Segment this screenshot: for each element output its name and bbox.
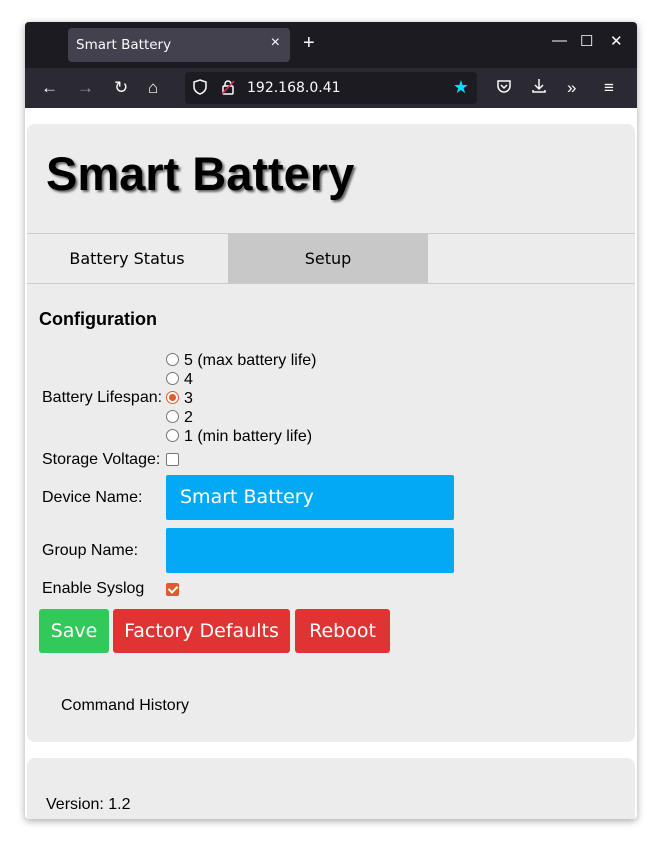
section-title-configuration: Configuration <box>39 309 157 329</box>
radio-button[interactable] <box>166 429 179 442</box>
storage-voltage-label: Storage Voltage: <box>42 451 161 468</box>
page-content: Smart Battery Battery Status Setup Confi… <box>25 108 637 819</box>
download-icon[interactable] <box>531 78 547 99</box>
close-window-icon[interactable]: ✕ <box>610 32 623 50</box>
radio-button-selected[interactable] <box>166 391 179 404</box>
radio-button[interactable] <box>166 353 179 366</box>
factory-defaults-button[interactable]: Factory Defaults <box>113 609 290 653</box>
lifespan-option-label: 4 <box>184 371 193 388</box>
lifespan-option-4[interactable]: 4 <box>166 370 193 389</box>
version-text: Version: 1.2 <box>46 796 131 813</box>
lifespan-option-1[interactable]: 1 (min battery life) <box>166 427 312 446</box>
lifespan-option-3[interactable]: 3 <box>166 389 193 408</box>
enable-syslog-label: Enable Syslog <box>42 580 145 597</box>
insecure-lock-icon[interactable] <box>221 79 235 99</box>
header: Smart Battery <box>27 124 635 232</box>
radio-button[interactable] <box>166 410 179 423</box>
browser-tab-title: Smart Battery <box>76 37 172 53</box>
url-text[interactable]: 192.168.0.41 <box>247 80 341 96</box>
forward-icon[interactable]: → <box>77 78 94 98</box>
battery-lifespan-label: Battery Lifespan: <box>42 389 163 406</box>
pocket-icon[interactable] <box>496 78 512 99</box>
lifespan-option-label: 5 (max battery life) <box>184 352 317 369</box>
lifespan-option-5[interactable]: 5 (max battery life) <box>166 351 316 370</box>
url-bar[interactable]: 192.168.0.41 ★ <box>185 72 477 104</box>
storage-voltage-checkbox[interactable] <box>166 453 179 466</box>
navigation-bar: ← → ↻ ⌂ 192.168.0.41 ★ » ≡ <box>25 68 637 108</box>
page-title: Smart Battery <box>46 147 355 200</box>
back-icon[interactable]: ← <box>41 78 58 98</box>
command-history-link[interactable]: Command History <box>61 697 189 715</box>
lifespan-option-label: 1 (min battery life) <box>184 428 313 445</box>
page-tabs: Battery Status Setup <box>27 233 635 284</box>
browser-window: Smart Battery × + — ☐ ✕ ← → ↻ ⌂ 192.168.… <box>25 22 637 819</box>
group-name-field[interactable] <box>166 528 454 573</box>
lifespan-option-label: 2 <box>184 409 193 426</box>
group-name-label: Group Name: <box>42 542 139 559</box>
new-tab-icon[interactable]: + <box>303 32 315 55</box>
save-button[interactable]: Save <box>39 609 109 653</box>
reboot-button[interactable]: Reboot <box>295 609 390 653</box>
lifespan-option-label: 3 <box>184 390 193 407</box>
reload-icon[interactable]: ↻ <box>114 78 128 98</box>
footer: Version: 1.2 <box>27 758 635 819</box>
device-name-field[interactable]: Smart Battery <box>166 475 454 520</box>
menu-icon[interactable]: ≡ <box>604 78 614 98</box>
home-icon[interactable]: ⌂ <box>148 78 158 98</box>
device-name-label: Device Name: <box>42 489 143 506</box>
main-card: Smart Battery Battery Status Setup Confi… <box>27 124 635 742</box>
bookmark-star-icon[interactable]: ★ <box>453 77 469 98</box>
radio-button[interactable] <box>166 372 179 385</box>
maximize-icon[interactable]: ☐ <box>580 32 593 50</box>
shield-icon[interactable] <box>193 79 207 99</box>
minimize-icon[interactable]: — <box>552 32 567 49</box>
browser-tab[interactable]: Smart Battery × <box>68 28 290 62</box>
lifespan-option-2[interactable]: 2 <box>166 408 193 427</box>
close-tab-icon[interactable]: × <box>271 34 280 52</box>
tab-setup[interactable]: Setup <box>228 234 428 283</box>
tab-bar: Smart Battery × + — ☐ ✕ <box>25 22 637 68</box>
enable-syslog-checkbox[interactable] <box>166 583 179 596</box>
more-tools-icon[interactable]: » <box>567 78 576 98</box>
tab-battery-status[interactable]: Battery Status <box>27 234 227 283</box>
